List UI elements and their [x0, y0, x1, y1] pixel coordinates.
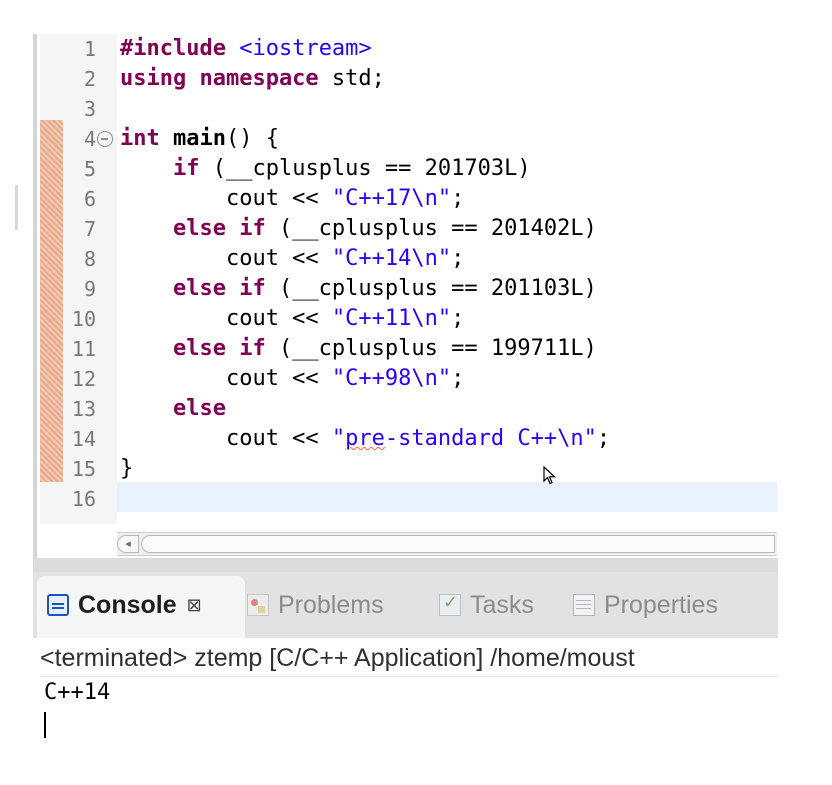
console-output-text: C++14	[44, 680, 111, 705]
text-caret	[44, 712, 46, 738]
tab-problems[interactable]: Problems	[247, 572, 384, 638]
code-token: else if	[172, 216, 266, 241]
code-line[interactable]: int main() {	[120, 124, 279, 154]
tab-tasks-label: Tasks	[470, 590, 534, 619]
code-token: ;	[451, 306, 465, 331]
collapse-fold-icon[interactable]	[97, 131, 113, 147]
line-number: 15	[71, 457, 96, 481]
code-token: ;	[451, 186, 465, 211]
line-number: 12	[71, 367, 96, 391]
code-token: ;	[451, 246, 465, 271]
code-token: (__cplusplus == 201103L)	[265, 276, 597, 301]
view-tab-bar: Console ⊠ Problems Tasks Properties	[33, 572, 778, 638]
code-token: cout <<	[120, 366, 332, 391]
code-token: "C++98\n"	[331, 366, 452, 391]
tab-console[interactable]: Console ⊠	[47, 572, 202, 638]
code-token: pre	[345, 426, 385, 451]
horizontal-scrollbar[interactable]: ◂	[117, 532, 777, 556]
tasks-icon	[439, 592, 461, 616]
code-line[interactable]: cout << "C++17\n";	[120, 184, 464, 214]
code-token: "C++17\n"	[331, 186, 452, 211]
panel-separator[interactable]	[33, 558, 778, 572]
tab-console-label: Console	[78, 590, 177, 619]
line-number: 8	[83, 247, 96, 271]
code-line[interactable]: else	[120, 394, 226, 424]
code-token: ;	[451, 366, 465, 391]
window-edge-mark	[15, 185, 18, 230]
line-number: 16	[71, 487, 96, 511]
console-process-label: <terminated> ztemp [C/C++ Application] /…	[40, 640, 778, 677]
code-token: "	[331, 426, 346, 451]
scroll-left-button[interactable]: ◂	[117, 535, 139, 553]
line-number: 5	[83, 157, 96, 181]
code-line[interactable]: else if (__cplusplus == 201402L)	[120, 214, 597, 244]
code-token: int	[120, 126, 173, 151]
line-number: 10	[71, 307, 96, 331]
code-token: ;	[596, 426, 611, 451]
code-token: }	[120, 456, 134, 481]
tab-properties[interactable]: Properties	[573, 572, 718, 638]
code-token: "C++11\n"	[331, 306, 452, 331]
line-number: 14	[71, 427, 96, 451]
code-line[interactable]: cout << "C++98\n";	[120, 364, 464, 394]
code-token: (__cplusplus == 199711L)	[265, 336, 597, 361]
problems-icon	[247, 594, 269, 616]
code-line[interactable]: else if (__cplusplus == 199711L)	[120, 334, 597, 364]
code-line[interactable]: using namespace std;	[120, 64, 385, 94]
current-line-highlight	[117, 482, 777, 512]
line-number: 1	[83, 37, 96, 61]
code-token: cout <<	[120, 246, 332, 271]
line-number: 2	[83, 67, 96, 91]
console-icon	[47, 594, 69, 616]
code-token: #include	[120, 36, 240, 61]
code-token: (__cplusplus == 201703L)	[199, 156, 531, 181]
code-token: <iostream>	[239, 36, 372, 61]
code-line[interactable]: else if (__cplusplus == 201103L)	[120, 274, 597, 304]
code-token: cout <<	[120, 186, 332, 211]
line-number: 3	[83, 97, 96, 121]
line-number: 7	[83, 217, 96, 241]
code-line[interactable]: cout << "C++14\n";	[120, 244, 464, 274]
mouse-pointer-icon	[543, 466, 557, 485]
scrollbar-thumb[interactable]	[141, 535, 775, 553]
line-number: 9	[83, 277, 96, 301]
code-token: cout <<	[120, 306, 332, 331]
code-token: (__cplusplus == 201402L)	[265, 216, 597, 241]
code-token: "C++14\n"	[331, 246, 452, 271]
code-token: else	[172, 396, 226, 421]
code-token: cout <<	[120, 426, 332, 451]
tab-problems-label: Problems	[278, 590, 384, 619]
close-icon[interactable]: ⊠	[187, 595, 202, 616]
code-token: -standard C++\n"	[384, 426, 597, 451]
code-token: else if	[172, 336, 266, 361]
code-token: main	[172, 126, 226, 151]
line-number: 11	[71, 337, 96, 361]
line-number: 6	[83, 187, 96, 211]
code-token: std;	[331, 66, 385, 91]
code-token: else if	[172, 276, 266, 301]
line-number: 4	[83, 127, 96, 151]
code-token: if	[172, 156, 200, 181]
line-number: 13	[71, 397, 96, 421]
code-token: using namespace	[120, 66, 332, 91]
code-line[interactable]: cout << "C++11\n";	[120, 304, 464, 334]
code-line[interactable]: cout << "pre-standard C++\n";	[120, 424, 610, 454]
code-line[interactable]: if (__cplusplus == 201703L)	[120, 154, 531, 184]
tab-tasks[interactable]: Tasks	[439, 572, 534, 638]
tab-properties-label: Properties	[604, 590, 718, 619]
properties-icon	[573, 594, 595, 616]
code-line[interactable]: }	[120, 454, 133, 484]
code-line[interactable]: #include <iostream>	[120, 34, 372, 64]
code-token: () {	[225, 126, 279, 151]
